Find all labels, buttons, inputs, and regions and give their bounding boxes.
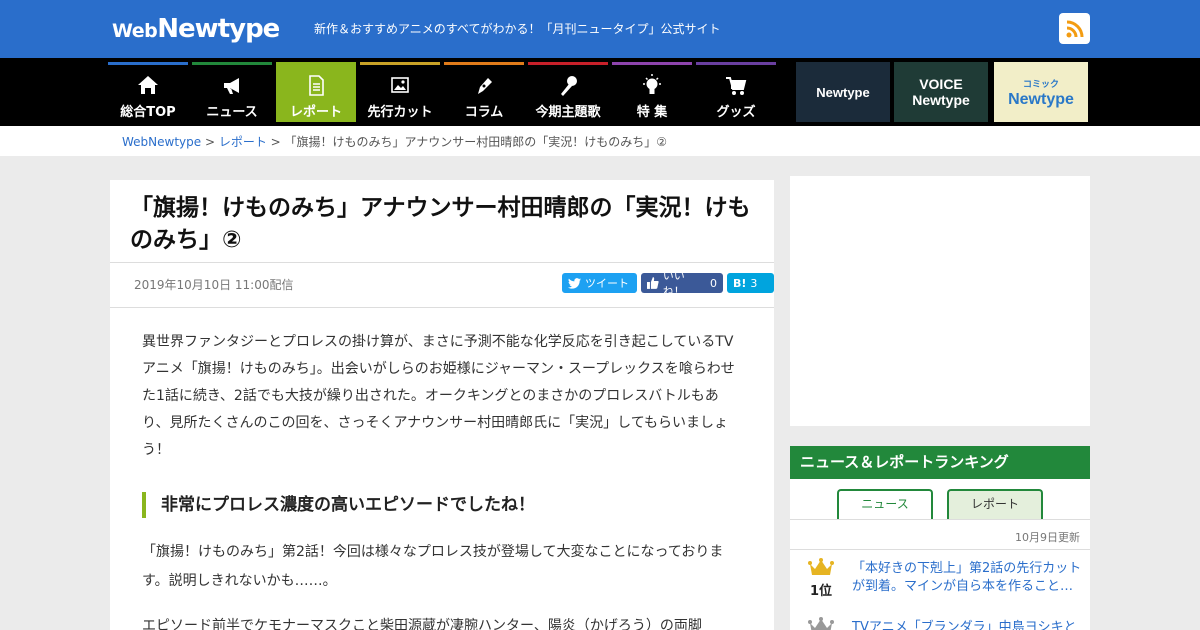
lightbulb-icon [643,74,661,94]
nav-label: グッズ [716,105,756,120]
nav-item-column[interactable]: コラム [444,62,524,122]
article-title: 「旗揚！けものみち」アナウンサー村田晴郎の「実況！けものみち」② [130,195,751,253]
ad-slot [790,176,1090,426]
nav-label: 特 集 [636,105,668,120]
ranking-panel: ニュース レポート 10月9日更新 1位 「本好きの下剋上」第2話の先行カットが… [790,479,1090,630]
nav-label: レポート [289,105,342,120]
megaphone-icon [224,78,239,94]
like-count: 0 [710,276,717,290]
article-paragraph: 異世界ファンタジーとプロレスの掛け算が、まさに予測不能な化学反応を引き起こしてい… [142,334,735,458]
hatena-count: 3 [750,276,758,290]
twitter-icon [568,277,581,289]
rss-button[interactable] [1059,13,1090,44]
ranking-number: 1位 [809,584,833,599]
nav-item-goods[interactable]: グッズ [696,62,776,122]
nav-item-precut[interactable]: 先行カット [360,62,440,122]
nav-label: コラム [464,105,504,120]
like-button[interactable]: いいね！ 0 [641,269,723,298]
banner-label: Newtype [1008,91,1074,108]
article-paragraph: エピソード前半でケモナーマスクこと柴田源蔵が凄腕ハンター、陽炎（かげろう）の両脚 [142,618,702,630]
article-paragraph: 「旗揚！けものみち」第2話！今回は様々なプロレス技が登場して大変なことになってお… [142,544,724,589]
logo-web: Web [112,20,158,42]
site-tagline: 新作＆おすすめアニメのすべてがわかる！「月刊ニュータイプ」公式サイト [314,22,721,36]
banner-label: VOICE [919,76,963,92]
divider [110,307,774,308]
main-nav: 総合TOP ニュース レポート 先行カット コラム 今期主題歌 特 集 グッズ … [0,58,1200,126]
nav-label: 総合TOP [120,105,176,120]
hatena-bookmark-button[interactable]: B! 3 [727,273,774,293]
ranking-tab-report[interactable]: レポート [947,489,1043,519]
breadcrumb-home-link[interactable]: WebNewtype [122,135,201,149]
divider [790,519,1090,520]
breadcrumb-section-link[interactable]: レポート [219,135,267,149]
ranking-item[interactable]: 1位 「本好きの下剋上」第2話の先行カットが到着。マインが自ら本を作ること… [790,550,1090,604]
banner-label: コミック [1022,79,1059,89]
divider [110,262,774,263]
ranking-tab-news[interactable]: ニュース [837,489,933,519]
microphone-icon [561,76,577,96]
ranking-item[interactable]: 2位 TVアニメ「ブランダラ」中島ヨシキと [790,609,1090,630]
hatena-icon: B! [733,276,747,290]
like-label: いいね！ [662,269,685,298]
ranking-heading: ニュース＆レポートランキング [790,446,1090,479]
tweet-button[interactable]: ツイート [562,273,637,293]
tweet-label: ツイート [585,277,629,290]
thumbs-up-icon [647,277,659,289]
ranking-title-link[interactable]: 「本好きの下剋上」第2話の先行カットが到着。マインが自ら本を作ること… [852,560,1082,596]
pen-icon [478,78,492,94]
nav-item-themesong[interactable]: 今期主題歌 [528,62,608,122]
breadcrumb-separator: > [201,135,219,149]
breadcrumb-separator: > [266,135,285,149]
article: 「旗揚！けものみち」アナウンサー村田晴郎の「実況！けものみち」② 2019年10… [110,180,774,630]
nav-label: 今期主題歌 [535,105,601,120]
ranking-updated: 10月9日更新 [1015,531,1080,544]
nav-item-report[interactable]: レポート [276,62,356,122]
banner-newtype[interactable]: Newtype [796,62,890,122]
banner-label: Newtype [816,84,870,100]
breadcrumb-bar: WebNewtype > レポート > 「旗揚！けものみち」アナウンサー村田晴郎… [0,126,1200,156]
banner-voice-newtype[interactable]: VOICE Newtype [894,62,988,122]
logo-newtype: Newtype [157,14,280,44]
site-header: Web Newtype 新作＆おすすめアニメのすべてがわかる！「月刊ニュータイプ… [0,0,1200,58]
article-subheading: 非常にプロレス濃度の高いエピソードでしたね！ [142,492,535,518]
nav-label: 先行カット [367,105,433,120]
image-icon [391,77,409,93]
ranking-title-link[interactable]: TVアニメ「ブランダラ」中島ヨシキと [852,619,1082,630]
breadcrumb: WebNewtype > レポート > 「旗揚！けものみち」アナウンサー村田晴郎… [122,133,667,150]
silver-crown-icon [808,617,834,630]
site-logo[interactable]: Web Newtype [112,14,280,46]
nav-label: ニュース [206,105,258,120]
publish-date: 2019年10月10日 11:00配信 [134,278,294,292]
gold-crown-icon [808,558,834,575]
nav-item-top[interactable]: 総合TOP [108,62,188,122]
rss-icon [1066,20,1083,37]
banner-comic-newtype[interactable]: コミック Newtype [994,62,1088,122]
nav-item-news[interactable]: ニュース [192,62,272,122]
document-icon [309,75,324,96]
home-icon [138,76,158,94]
breadcrumb-current: 「旗揚！けものみち」アナウンサー村田晴郎の「実況！けものみち」② [284,135,668,149]
nav-item-feature[interactable]: 特 集 [612,62,692,122]
banner-label: Newtype [912,92,970,108]
cart-icon [726,77,747,95]
